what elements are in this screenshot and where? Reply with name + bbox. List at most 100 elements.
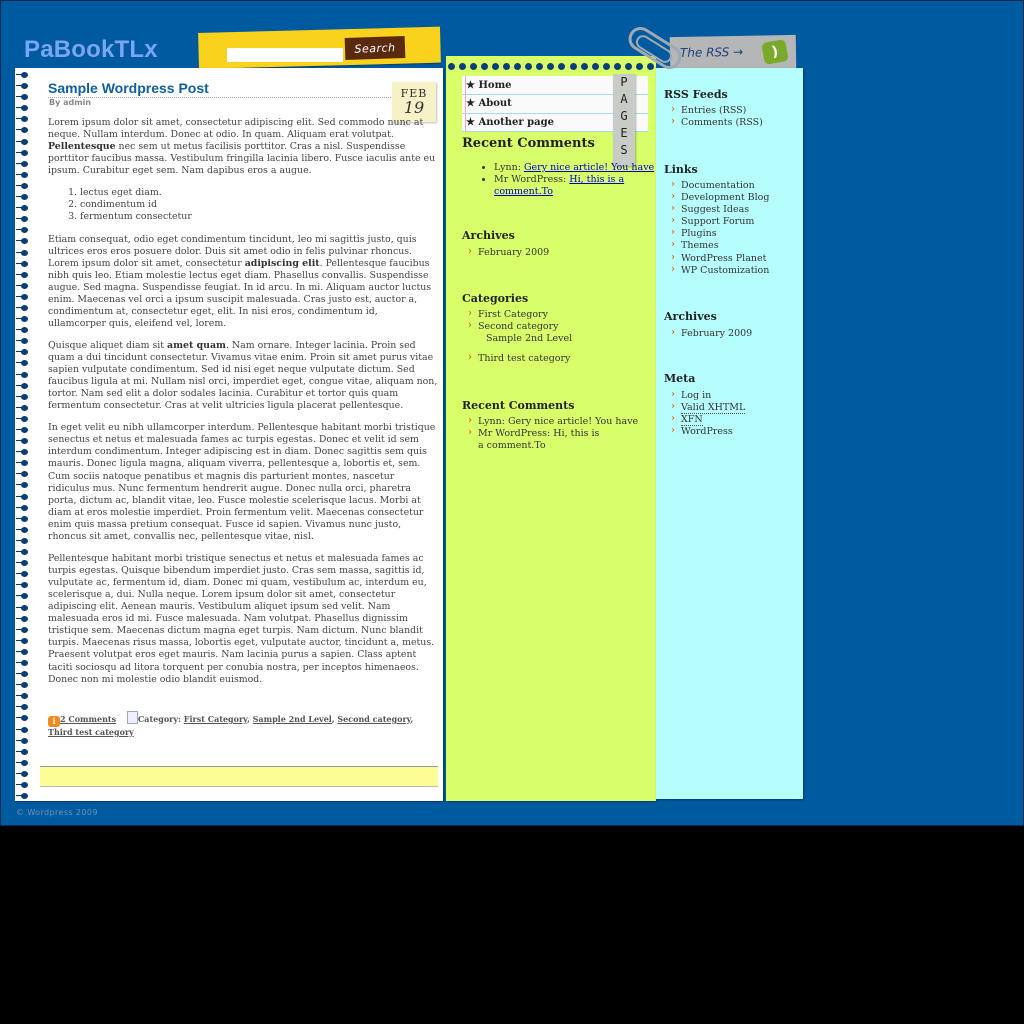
spiral-ring <box>16 214 30 225</box>
category-link[interactable]: First Category <box>467 308 572 321</box>
category-link[interactable]: Second category <box>337 714 410 724</box>
spiral-ring <box>16 702 30 713</box>
spiral-ring <box>16 425 30 436</box>
rss-feed-icon[interactable]: ) <box>761 39 789 65</box>
spiral-ring <box>16 81 30 92</box>
recent-comments-heading: Recent Comments <box>462 136 595 151</box>
nav-item-home[interactable]: ★ Home <box>466 80 512 91</box>
subcategory-link[interactable]: Sample 2nd Level <box>467 333 572 345</box>
site-title[interactable]: PaBookTLx <box>24 36 158 64</box>
archives-heading: Archives <box>462 229 515 242</box>
rss-comments-link[interactable]: Comments (RSS) <box>670 116 763 129</box>
notebook-hole <box>602 63 610 70</box>
spiral-ring <box>16 403 30 414</box>
spiral-ring <box>16 547 30 558</box>
notebook-hole <box>624 63 632 70</box>
spiral-ring <box>16 625 30 636</box>
category-link[interactable]: Second category <box>467 320 572 333</box>
category-link[interactable]: Third test category <box>48 727 134 737</box>
spiral-ring <box>16 148 30 159</box>
notebook-hole <box>459 63 467 70</box>
search-input[interactable] <box>227 48 343 62</box>
spiral-ring <box>16 70 30 81</box>
spiral-ring <box>16 259 30 270</box>
spiral-ring <box>16 758 30 769</box>
comments-link[interactable]: 2 Comments <box>60 714 116 724</box>
rss-entries-link[interactable]: Entries (RSS) <box>670 104 763 117</box>
spiral-ring <box>16 658 30 669</box>
post-author: By admin <box>49 98 91 107</box>
archives-heading-2: Archives <box>664 310 717 323</box>
spiral-ring <box>16 769 30 780</box>
spiral-ring <box>16 370 30 381</box>
bold-text: Pellentesque <box>48 141 116 153</box>
categories-heading: Categories <box>462 292 529 305</box>
rss-tag-label: The RSS → <box>679 44 744 60</box>
category-link[interactable]: Third test category <box>467 352 572 365</box>
spiral-ring <box>16 248 30 259</box>
link-item[interactable]: WordPress Planet <box>670 252 769 265</box>
spiral-ring <box>16 92 30 103</box>
link-item[interactable]: WP Customization <box>670 264 769 277</box>
spiral-ring <box>16 336 30 347</box>
post-ordered-list: lectus eget diam. condimentum id ferment… <box>48 187 438 224</box>
recent-comment-link[interactable]: Lynn: Gery nice article! You have <box>467 415 642 428</box>
link-item[interactable]: Plugins <box>670 227 769 240</box>
spiral-ring <box>16 114 30 125</box>
notebook-hole <box>613 63 621 70</box>
link-item[interactable]: Documentation <box>670 179 769 192</box>
link-item[interactable]: Support Forum <box>670 215 769 228</box>
search-button[interactable]: Search <box>344 35 406 61</box>
spiral-ring <box>16 713 30 724</box>
login-link[interactable]: Log in <box>670 389 745 402</box>
recent-comments-list: Lynn: Gery nice article! You have Mr Wor… <box>462 162 664 198</box>
rss-feeds-heading: RSS Feeds <box>664 88 728 101</box>
spiral-ring <box>16 580 30 591</box>
link-item[interactable]: Development Blog <box>670 191 769 204</box>
spiral-ring <box>16 170 30 181</box>
spiral-ring <box>16 314 30 325</box>
spiral-ring <box>16 281 30 292</box>
comment-link[interactable]: Gery nice article! You have <box>524 162 654 173</box>
spiral-ring <box>16 747 30 758</box>
notebook-hole <box>591 63 599 70</box>
category-label: Category: <box>137 714 181 724</box>
nav-item-another-page[interactable]: ★ Another page <box>466 117 554 128</box>
link-item[interactable]: Themes <box>670 239 769 252</box>
post-title[interactable]: Sample Wordpress Post <box>48 80 209 96</box>
nav-item-about[interactable]: ★ About <box>466 98 512 109</box>
spiral-ring <box>16 791 30 802</box>
recent-comment-link[interactable]: Mr WordPress: Hi, this is a comment.To <box>467 427 608 452</box>
link-item[interactable]: Suggest Ideas <box>670 203 769 216</box>
spiral-ring <box>16 325 30 336</box>
spiral-ring <box>16 125 30 136</box>
meta-heading: Meta <box>664 372 696 385</box>
spiral-ring <box>16 525 30 536</box>
category-link[interactable]: Sample 2nd Level <box>253 714 332 724</box>
wordpress-link[interactable]: WordPress <box>670 425 745 438</box>
spiral-ring <box>16 225 30 236</box>
spiral-ring <box>16 636 30 647</box>
spiral-ring <box>16 669 30 680</box>
valid-xhtml-link[interactable]: Valid XHTML <box>670 401 746 415</box>
spiral-ring <box>16 480 30 491</box>
archives-list-2: February 2009 <box>670 327 752 340</box>
comment-bubble-icon: i <box>48 716 60 727</box>
spiral-ring <box>16 381 30 392</box>
spiral-ring <box>16 392 30 403</box>
comment-author: Mr WordPress: <box>494 174 570 186</box>
spiral-ring <box>16 603 30 614</box>
archive-link[interactable]: February 2009 <box>467 246 549 259</box>
archive-link[interactable]: February 2009 <box>670 327 752 340</box>
post-paragraph: Pellentesque habitant morbi tristique se… <box>48 553 438 686</box>
notebook-hole <box>503 63 511 70</box>
tab-letter: S <box>620 143 628 157</box>
xfn-link[interactable]: XFN <box>670 413 745 427</box>
notebook-hole <box>580 63 588 70</box>
text: Quisque aliquet diam sit <box>48 340 168 352</box>
category-link[interactable]: First Category <box>184 714 247 724</box>
meta-list: Log in Valid XHTML XFN WordPress <box>670 389 746 438</box>
spiral-ring <box>16 414 30 425</box>
spiral-ring <box>16 514 30 525</box>
post-paragraph: Etiam consequat, odio eget condimentum t… <box>48 234 438 331</box>
